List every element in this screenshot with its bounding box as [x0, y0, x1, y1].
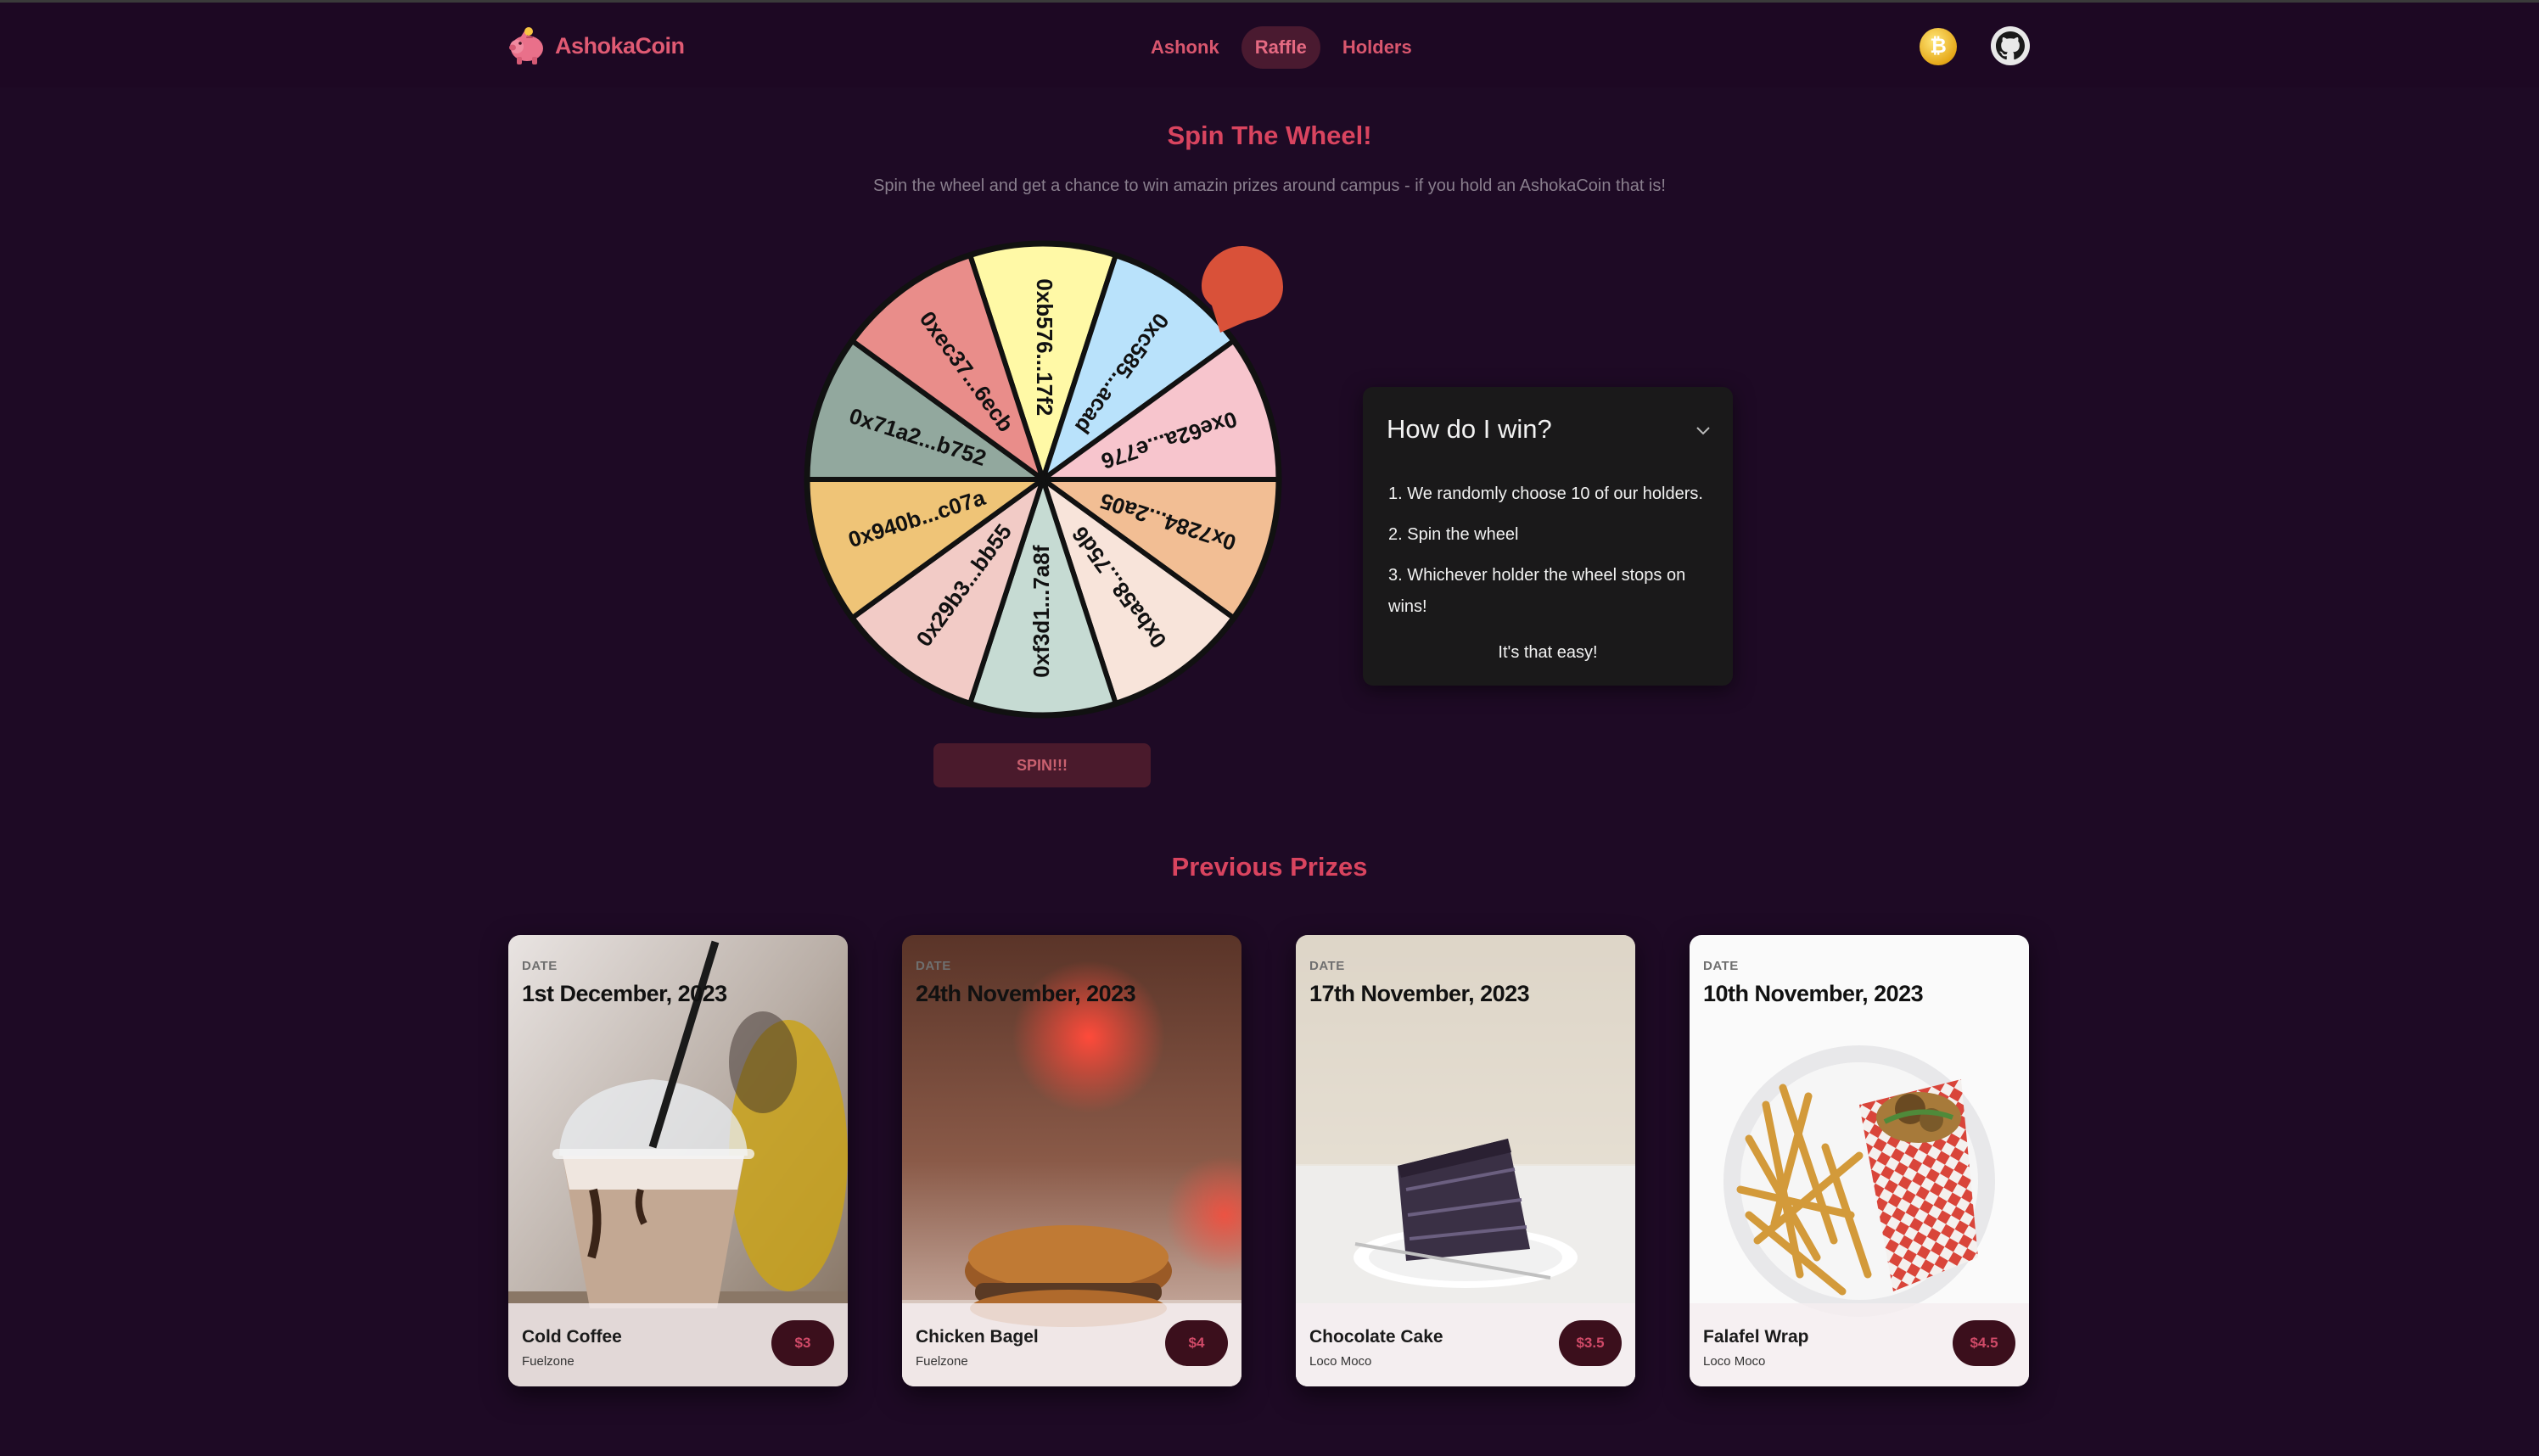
card-date-label: DATE — [522, 959, 558, 973]
wheel-pointer-icon — [1202, 246, 1283, 333]
prize-place: Fuelzone — [916, 1354, 968, 1369]
card-date: 1st December, 2023 — [522, 981, 727, 1006]
spin-button[interactable]: SPIN!!! — [933, 743, 1151, 787]
card-date: 24th November, 2023 — [916, 981, 1136, 1006]
github-icon[interactable] — [1991, 26, 2030, 65]
price-badge: $4.5 — [1953, 1320, 2015, 1366]
how-to-win-step: 2. Spin the wheel — [1388, 525, 1519, 544]
how-to-win-accordion: How do I win? 1. We randomly choose 10 o… — [1363, 387, 1733, 686]
nav-link-holders[interactable]: Holders — [1329, 26, 1426, 69]
raffle-subtitle: Spin the wheel and get a chance to win a… — [873, 176, 1666, 195]
how-to-win-step: 1. We randomly choose 10 of our holders. — [1388, 484, 1703, 503]
prize-card-chicken-bagel[interactable]: DATE 24th November, 2023 Chicken Bagel F… — [902, 935, 1241, 1386]
how-to-win-step: 3. Whichever holder the wheel stops on w… — [1388, 566, 1686, 616]
card-footer: Falafel Wrap Loco Moco $4.5 — [1690, 1303, 2029, 1386]
prize-name: Chocolate Cake — [1309, 1327, 1443, 1347]
wheel-segment-label: 0xb576...17f2 — [1032, 278, 1057, 416]
prize-place: Loco Moco — [1703, 1354, 1766, 1369]
nav-link-raffle[interactable]: Raffle — [1241, 26, 1320, 69]
nav-link-ashonk[interactable]: Ashonk — [1137, 26, 1233, 69]
price-badge: $3 — [771, 1320, 834, 1366]
prize-place: Fuelzone — [522, 1354, 574, 1369]
wheel-segment-label: 0xf3d1...7a8f — [1028, 545, 1054, 677]
how-to-win-steps: 1. We randomly choose 10 of our holders.… — [1388, 479, 1711, 632]
bitcoin-icon[interactable]: ₿ — [1920, 28, 1957, 65]
card-date: 10th November, 2023 — [1703, 981, 1924, 1006]
chevron-down-icon[interactable] — [1694, 421, 1712, 440]
navbar: AshokaCoin Ashonk Raffle Holders ₿ — [0, 3, 2539, 87]
nav-links: Ashonk Raffle Holders — [1137, 26, 1426, 69]
prize-card-cold-coffee[interactable]: DATE 1st December, 2023 Cold Coffee Fuel… — [508, 935, 848, 1386]
card-date-label: DATE — [1309, 959, 1345, 973]
prize-name: Cold Coffee — [522, 1327, 622, 1347]
prize-name: Chicken Bagel — [916, 1327, 1039, 1347]
prize-card-falafel-wrap[interactable]: DATE 10th November, 2023 Falafel Wrap Lo… — [1690, 935, 2029, 1386]
brand-name: AshokaCoin — [555, 32, 685, 59]
how-to-win-footer: It's that easy! — [1498, 643, 1598, 662]
card-footer: Chocolate Cake Loco Moco $3.5 — [1296, 1303, 1635, 1386]
prize-name: Falafel Wrap — [1703, 1327, 1809, 1347]
card-date-label: DATE — [1703, 959, 1739, 973]
card-footer: Cold Coffee Fuelzone $3 — [508, 1303, 848, 1386]
price-badge: $3.5 — [1559, 1320, 1622, 1366]
card-date-label: DATE — [916, 959, 951, 973]
prize-place: Loco Moco — [1309, 1354, 1372, 1369]
previous-prizes-title: Previous Prizes — [1171, 852, 1368, 882]
piggy-bank-icon — [509, 27, 543, 64]
raffle-title: Spin The Wheel! — [1167, 120, 1372, 150]
brand-logo-link[interactable]: AshokaCoin — [506, 23, 685, 69]
prize-card-chocolate-cake[interactable]: DATE 17th November, 2023 Chocolate Cake … — [1296, 935, 1635, 1386]
price-badge: $4 — [1165, 1320, 1228, 1366]
how-to-win-title[interactable]: How do I win? — [1387, 414, 1552, 445]
card-date: 17th November, 2023 — [1309, 981, 1530, 1006]
card-footer: Chicken Bagel Fuelzone $4 — [902, 1303, 1241, 1386]
